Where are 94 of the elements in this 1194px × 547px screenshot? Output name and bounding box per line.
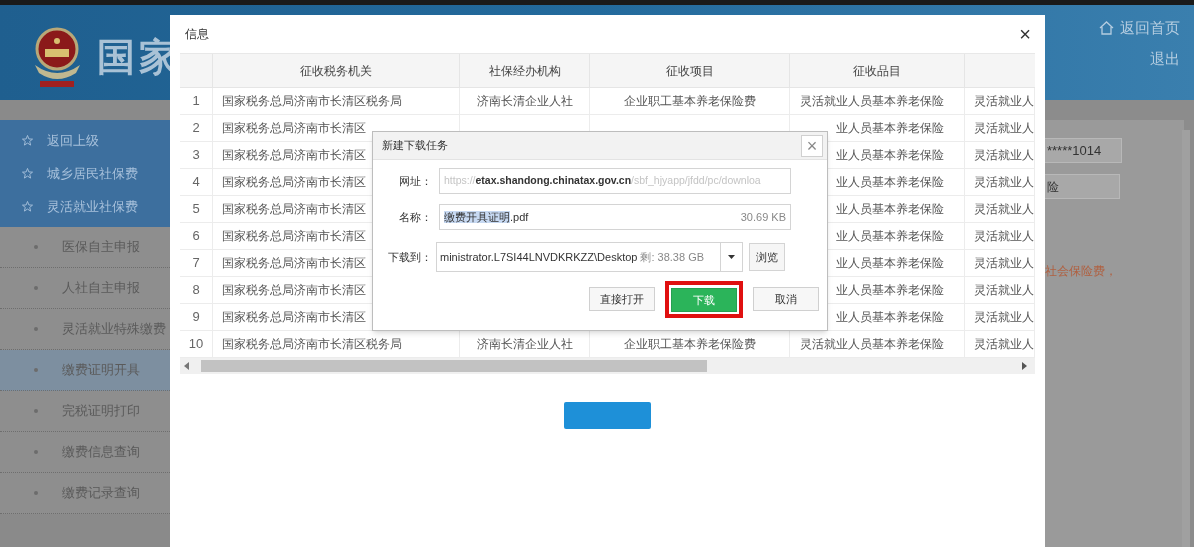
sidebar-link[interactable]: 灵活就业社保费 <box>47 196 138 217</box>
notice-text: 社会保险费， <box>1045 263 1117 280</box>
table-cell-text: 业人员基本养老保险 <box>836 201 944 218</box>
table-cell-text: 国家税务总局济南市长清区 <box>222 174 366 191</box>
bullet-icon <box>34 491 38 495</box>
table-cell-text: 灵活就业人 <box>974 147 1034 164</box>
table-cell-text: 企业职工基本养老保险费 <box>623 336 756 353</box>
table-cell-text: 灵活就业人 <box>974 201 1034 218</box>
sidebar-link[interactable]: 返回上级 <box>47 130 99 151</box>
table-cell-text: 国家税务总局济南市长清区 <box>222 201 366 218</box>
table-cell-text: 济南长清企业人社 <box>476 93 573 110</box>
scroll-left-icon[interactable] <box>184 362 189 370</box>
column-header: 征收品目 <box>790 54 965 87</box>
table-cell-text: 济南长清企业人社 <box>476 336 573 353</box>
field-label: 网址： <box>398 173 433 189</box>
header-link[interactable]: 退出 <box>1150 47 1180 70</box>
table-cell-text: 灵活就业人员基本养老保险 <box>800 93 944 110</box>
table-cell-text: 9 <box>192 308 200 327</box>
table-cell-text: 1 <box>192 92 200 111</box>
bullet-icon <box>34 245 38 249</box>
bullet-icon <box>34 450 38 454</box>
type-field: 险 <box>1044 174 1120 199</box>
table-cell-text: 业人员基本养老保险 <box>836 282 944 299</box>
close-button[interactable]: × <box>1019 24 1031 44</box>
table-cell-text: 业人员基本养老保险 <box>836 309 944 326</box>
file-name: 缴费开具证明.pdf <box>444 209 529 225</box>
table-cell-text: 国家税务总局济南市长清区 <box>222 309 366 326</box>
sidebar-item[interactable]: 缴费证明开具 <box>0 350 170 391</box>
field-label: 下载到： <box>387 249 433 265</box>
caret-icon[interactable] <box>728 255 735 259</box>
file-name-field[interactable]: 缴费开具证明.pdf 30.69 KB <box>439 204 791 230</box>
close-button[interactable]: × <box>801 134 823 157</box>
table-cell-text: 业人员基本养老保险 <box>836 120 944 137</box>
table-cell-text: 国家税务总局济南市长清区 <box>222 120 366 137</box>
field-label: 名称： <box>398 209 433 225</box>
save-path-field[interactable]: ministrator.L7SI44LNVDKRKZZ\Desktop 剩: 38.38 GB <box>436 242 743 272</box>
column-header: 征收项目 <box>590 54 790 87</box>
table-cell-text: 灵活就业人 <box>974 120 1034 137</box>
table-cell-text: 10 <box>188 335 204 354</box>
scroll-right-icon[interactable] <box>1022 362 1027 370</box>
table-cell-text: 国家税务总局济南市长清区 <box>222 282 366 299</box>
table-cell-text: 灵活就业人 <box>974 336 1034 353</box>
table-cell-text: 灵活就业人员基本养老保险 <box>800 336 944 353</box>
modal-title: 信息 <box>185 26 209 43</box>
table-cell-text: 灵活就业人 <box>974 309 1034 326</box>
table-cell-text: 国家税务总局济南市长清区 <box>222 147 366 164</box>
bullet-icon <box>34 409 38 413</box>
star-icon <box>22 135 33 146</box>
table-cell-text: 国家税务总局济南市长清区 <box>222 228 366 245</box>
dialog-title: 新建下载任务 <box>382 138 448 154</box>
download-button[interactable]: 下载 <box>671 288 737 313</box>
browse-button[interactable]: 浏览 <box>749 243 785 271</box>
table-cell-text: 灵活就业人 <box>974 255 1034 272</box>
free-space: 剩: 38.38 GB <box>639 249 705 265</box>
id-field: *****1014 <box>1044 138 1122 163</box>
bullet-icon <box>34 286 38 290</box>
column-header: 征收税务机关 <box>213 54 460 87</box>
save-path: ministrator.L7SI44LNVDKRKZZ\Desktop <box>439 249 638 265</box>
star-icon <box>22 201 33 212</box>
table-cell-text: 国家税务总局济南市长清区 <box>222 255 366 272</box>
file-size: 30.69 KB <box>740 209 786 225</box>
table-cell-text: 企业职工基本养老保险费 <box>623 93 756 110</box>
table-cell-text: 灵活就业人 <box>974 93 1034 110</box>
header-link[interactable]: 返回首页 <box>1099 17 1180 40</box>
table-cell-text: 灵活就业人 <box>974 282 1034 299</box>
url-text: https:// <box>444 173 476 189</box>
scroll-thumb[interactable] <box>201 360 707 372</box>
table-cell-text: 4 <box>192 173 200 192</box>
column-header: 社保经办机构 <box>460 54 590 87</box>
table-cell-text: 7 <box>192 254 200 273</box>
table-cell-text: 国家税务总局济南市长清区税务局 <box>222 93 402 110</box>
table-cell-text: 3 <box>192 146 200 165</box>
table-cell-text: 灵活就业人 <box>974 228 1034 245</box>
dialog-button[interactable]: 直接打开 <box>589 287 655 311</box>
table-cell-text: 业人员基本养老保险 <box>836 228 944 245</box>
table-cell-text: 业人员基本养老保险 <box>836 147 944 164</box>
star-icon <box>22 168 33 179</box>
url-field[interactable]: https://etax.shandong.chinatax.gov.cn/sbf_hjyapp/jfdd/pc/downloa <box>439 168 791 194</box>
table-cell-text: 5 <box>192 200 200 219</box>
table-cell-text: 6 <box>192 227 200 246</box>
table-cell-text: 2 <box>192 119 200 138</box>
table-cell-text: 业人员基本养老保险 <box>836 255 944 272</box>
url-text: /sbf_hjyapp/jfdd/pc/downloa <box>631 173 761 189</box>
table-cell-text: 8 <box>192 281 200 300</box>
url-text: etax.shandong.chinatax.gov.cn <box>475 173 632 189</box>
dialog-button[interactable]: 取消 <box>753 287 819 311</box>
bullet-icon <box>34 368 38 372</box>
sidebar-link[interactable]: 城乡居民社保费 <box>47 163 138 184</box>
home-icon <box>1099 21 1114 36</box>
bullet-icon <box>34 327 38 331</box>
table-cell-text: 业人员基本养老保险 <box>836 174 944 191</box>
table-cell-text: 灵活就业人 <box>974 174 1034 191</box>
table-cell-text: 国家税务总局济南市长清区税务局 <box>222 336 402 353</box>
horizontal-scrollbar[interactable] <box>180 358 1035 374</box>
